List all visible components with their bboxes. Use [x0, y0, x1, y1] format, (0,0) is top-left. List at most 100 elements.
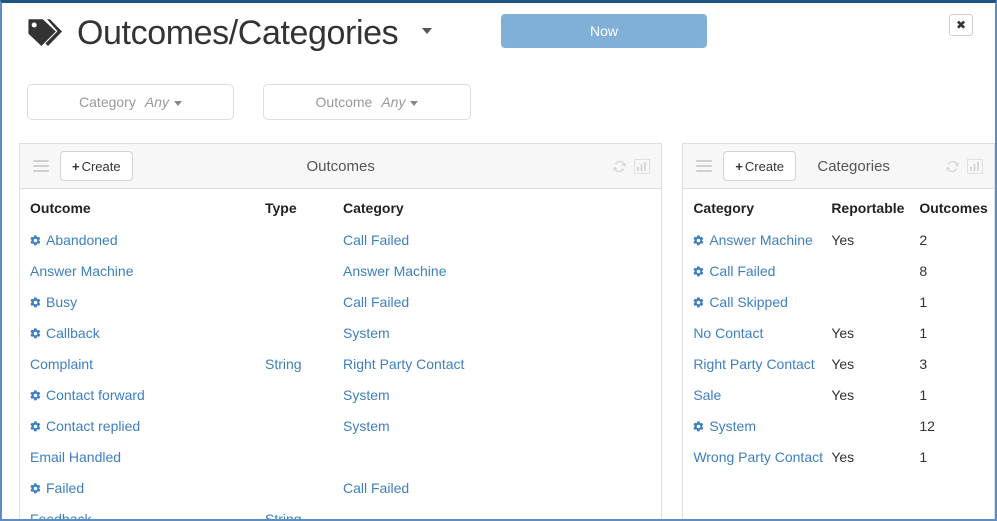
cell-outcome[interactable]: Email Handled: [20, 442, 265, 473]
category-link[interactable]: System: [343, 418, 390, 434]
table-row[interactable]: Abandoned Call Failed: [20, 225, 661, 256]
table-row[interactable]: System 12: [683, 411, 994, 442]
cell-outcome[interactable]: Failed: [20, 473, 265, 504]
categories-create-button[interactable]: + Create: [723, 151, 796, 181]
cell-outcome[interactable]: Busy: [20, 287, 265, 318]
table-row[interactable]: Wrong Party Contact Yes 1: [683, 442, 994, 473]
type-link[interactable]: String: [265, 511, 302, 519]
gear-icon[interactable]: [30, 388, 41, 401]
cell-category[interactable]: Call Failed: [343, 225, 661, 256]
outcome-link[interactable]: Answer Machine: [30, 263, 134, 279]
gear-icon[interactable]: [30, 326, 41, 339]
outcome-link[interactable]: Callback: [46, 325, 100, 341]
cell-type[interactable]: [265, 380, 343, 411]
outcome-link[interactable]: Contact forward: [46, 387, 145, 403]
chevron-down-icon[interactable]: [422, 28, 433, 34]
table-row[interactable]: Feedback String: [20, 504, 661, 519]
filter-outcome[interactable]: Outcome Any: [263, 84, 471, 120]
gear-icon[interactable]: [693, 419, 704, 432]
category-link[interactable]: Wrong Party Contact: [693, 449, 823, 465]
cell-outcome[interactable]: Complaint: [20, 349, 265, 380]
cell-outcome[interactable]: Contact forward: [20, 380, 265, 411]
category-link[interactable]: Call Failed: [343, 480, 409, 496]
cell-type[interactable]: [265, 225, 343, 256]
category-link[interactable]: Answer Machine: [709, 232, 813, 248]
cell-outcome[interactable]: Abandoned: [20, 225, 265, 256]
table-row[interactable]: Complaint String Right Party Contact: [20, 349, 661, 380]
gear-icon[interactable]: [30, 295, 41, 308]
type-link[interactable]: String: [265, 356, 302, 372]
refresh-icon[interactable]: [612, 159, 627, 174]
gear-icon[interactable]: [30, 233, 41, 246]
cell-type[interactable]: [265, 318, 343, 349]
cell-type[interactable]: [265, 411, 343, 442]
table-row[interactable]: No Contact Yes 1: [683, 318, 994, 349]
cell-type[interactable]: String: [265, 349, 343, 380]
cell-category[interactable]: Right Party Contact: [343, 349, 661, 380]
table-row[interactable]: Busy Call Failed: [20, 287, 661, 318]
cell-type[interactable]: [265, 256, 343, 287]
gear-icon[interactable]: [30, 481, 41, 494]
table-row[interactable]: Right Party Contact Yes 3: [683, 349, 994, 380]
gear-icon[interactable]: [693, 264, 704, 277]
outcome-link[interactable]: Feedback: [30, 511, 91, 519]
cell-outcome[interactable]: Contact replied: [20, 411, 265, 442]
cell-category[interactable]: System: [683, 411, 831, 442]
category-link[interactable]: System: [709, 418, 756, 434]
category-link[interactable]: Call Failed: [709, 263, 775, 279]
table-row[interactable]: Answer Machine Yes 2: [683, 225, 994, 256]
outcomes-create-button[interactable]: + Create: [60, 151, 133, 181]
cell-category[interactable]: Call Failed: [343, 473, 661, 504]
close-button[interactable]: ✖: [949, 14, 973, 36]
cell-category[interactable]: Right Party Contact: [683, 349, 831, 380]
cell-category[interactable]: System: [343, 411, 661, 442]
outcomes-table-wrap[interactable]: Outcome Type Category Abandoned Call Fail…: [20, 189, 661, 519]
bar-chart-icon[interactable]: [967, 158, 983, 174]
cell-category[interactable]: System: [343, 380, 661, 411]
bar-chart-icon[interactable]: [634, 158, 651, 174]
table-row[interactable]: Sale Yes 1: [683, 380, 994, 411]
gear-icon[interactable]: [693, 233, 704, 246]
cell-type[interactable]: String: [265, 504, 343, 519]
table-row[interactable]: Failed Call Failed: [20, 473, 661, 504]
cell-category[interactable]: Call Failed: [343, 287, 661, 318]
cell-category[interactable]: System: [343, 318, 661, 349]
cell-category[interactable]: No Contact: [683, 318, 831, 349]
hamburger-icon[interactable]: [33, 160, 49, 172]
filter-category[interactable]: Category Any: [27, 84, 234, 120]
table-row[interactable]: Callback System: [20, 318, 661, 349]
outcome-link[interactable]: Contact replied: [46, 418, 140, 434]
category-link[interactable]: Call Skipped: [709, 294, 788, 310]
outcome-link[interactable]: Complaint: [30, 356, 93, 372]
refresh-icon[interactable]: [945, 159, 960, 174]
cell-category[interactable]: [343, 504, 661, 519]
gear-icon[interactable]: [693, 295, 704, 308]
now-button[interactable]: Now: [501, 14, 707, 48]
gear-icon[interactable]: [30, 419, 41, 432]
cell-category[interactable]: Sale: [683, 380, 831, 411]
category-link[interactable]: Call Failed: [343, 232, 409, 248]
category-link[interactable]: Right Party Contact: [343, 356, 464, 372]
hamburger-icon[interactable]: [696, 160, 713, 172]
cell-category[interactable]: Answer Machine: [343, 256, 661, 287]
category-link[interactable]: No Contact: [693, 325, 763, 341]
cell-category[interactable]: Call Failed: [683, 256, 831, 287]
table-row[interactable]: Contact replied System: [20, 411, 661, 442]
cell-outcome[interactable]: Feedback: [20, 504, 265, 519]
cell-outcome[interactable]: Callback: [20, 318, 265, 349]
cell-type[interactable]: [265, 442, 343, 473]
category-link[interactable]: Right Party Contact: [693, 356, 814, 372]
table-row[interactable]: Answer Machine Answer Machine: [20, 256, 661, 287]
outcome-link[interactable]: Abandoned: [46, 232, 118, 248]
cell-type[interactable]: [265, 473, 343, 504]
category-link[interactable]: System: [343, 325, 390, 341]
outcome-link[interactable]: Email Handled: [30, 449, 121, 465]
table-row[interactable]: Email Handled: [20, 442, 661, 473]
category-link[interactable]: System: [343, 387, 390, 403]
table-row[interactable]: Contact forward System: [20, 380, 661, 411]
cell-category[interactable]: Wrong Party Contact: [683, 442, 831, 473]
categories-table-wrap[interactable]: Category Reportable Outcomes Answer Mach…: [683, 189, 994, 519]
cell-outcome[interactable]: Answer Machine: [20, 256, 265, 287]
outcome-link[interactable]: Failed: [46, 480, 84, 496]
category-link[interactable]: Answer Machine: [343, 263, 447, 279]
